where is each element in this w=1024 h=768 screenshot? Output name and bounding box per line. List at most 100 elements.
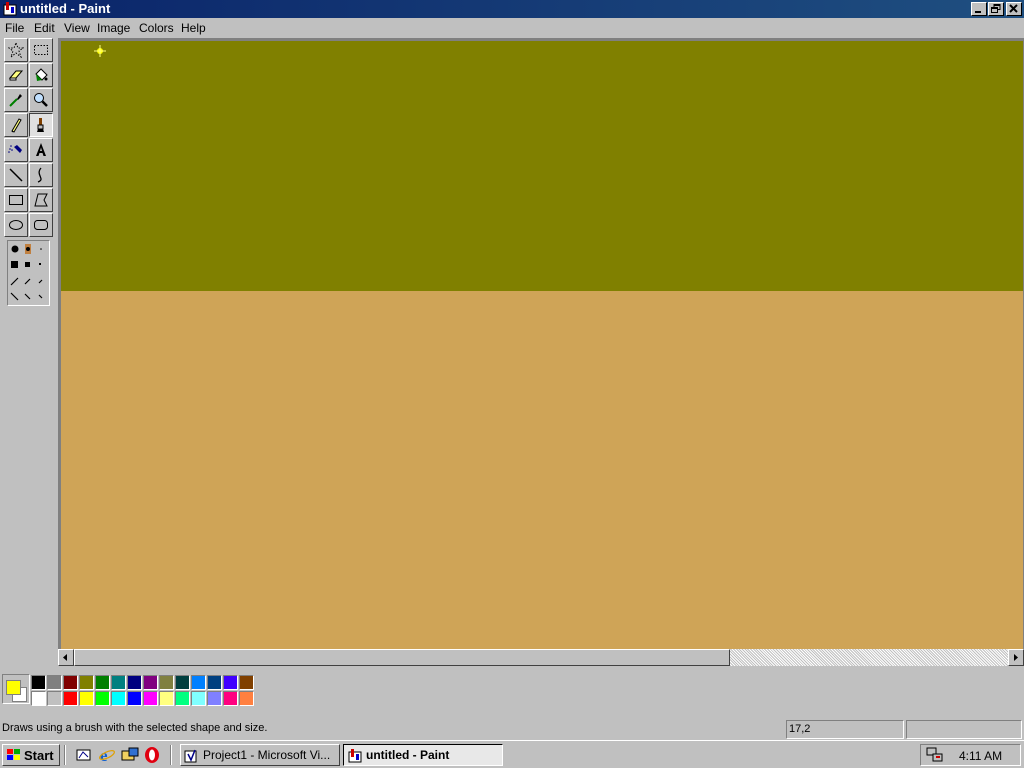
network-tray-icon[interactable] xyxy=(926,747,944,763)
palette-swatch[interactable] xyxy=(95,675,110,690)
palette-swatch[interactable] xyxy=(159,675,174,690)
status-size xyxy=(906,720,1022,739)
scroll-right-button[interactable] xyxy=(1008,649,1024,666)
palette-swatch[interactable] xyxy=(95,691,110,706)
opera-icon[interactable] xyxy=(143,746,161,764)
status-bar: Draws using a brush with the selected sh… xyxy=(0,718,1024,740)
star-select-icon xyxy=(8,42,24,58)
close-icon xyxy=(1009,4,1018,13)
tool-ellipse[interactable] xyxy=(4,213,28,237)
palette-swatch[interactable] xyxy=(207,675,222,690)
eraser-icon xyxy=(8,70,24,81)
menu-bar: File Edit View Image Colors Help xyxy=(0,18,1024,38)
task-label: untitled - Paint xyxy=(366,748,450,762)
rect-select-icon xyxy=(34,45,48,55)
palette-swatch[interactable] xyxy=(111,691,126,706)
palette-swatch[interactable] xyxy=(143,675,158,690)
palette-swatch[interactable] xyxy=(175,675,190,690)
status-help-text: Draws using a brush with the selected sh… xyxy=(2,722,268,734)
palette-swatch[interactable] xyxy=(47,691,62,706)
scroll-thumb[interactable] xyxy=(74,649,730,666)
palette-swatch[interactable] xyxy=(223,691,238,706)
tool-eraser[interactable] xyxy=(4,63,28,87)
minimize-icon xyxy=(975,11,981,13)
palette-swatch[interactable] xyxy=(63,675,78,690)
window-title: untitled - Paint xyxy=(20,1,111,16)
outlook-icon[interactable] xyxy=(121,746,139,764)
system-tray: 4:11 AM xyxy=(920,744,1021,766)
tool-pencil[interactable] xyxy=(4,113,28,137)
palette-swatch[interactable] xyxy=(111,675,126,690)
task-project1-vb[interactable]: Project1 - Microsoft Vi... xyxy=(180,744,340,766)
menu-edit[interactable]: Edit xyxy=(34,21,55,35)
palette-swatch[interactable] xyxy=(31,675,46,690)
palette-swatch[interactable] xyxy=(143,691,158,706)
menu-colors[interactable]: Colors xyxy=(139,21,174,35)
palette-swatch[interactable] xyxy=(207,691,222,706)
eyedropper-icon xyxy=(9,94,22,107)
scroll-left-button[interactable] xyxy=(58,649,74,666)
palette-swatch[interactable] xyxy=(47,675,62,690)
tool-polygon[interactable] xyxy=(29,188,53,212)
paint-icon xyxy=(348,749,362,763)
tool-select[interactable] xyxy=(29,38,53,62)
current-colors-indicator[interactable] xyxy=(2,674,30,704)
tool-magnifier[interactable] xyxy=(29,88,53,112)
taskbar-separator xyxy=(64,745,66,765)
palette-swatch[interactable] xyxy=(239,691,254,706)
palette-swatch[interactable] xyxy=(31,691,46,706)
tool-airbrush[interactable] xyxy=(4,138,28,162)
toolbox xyxy=(0,38,58,666)
pencil-icon xyxy=(11,118,22,133)
tool-line[interactable] xyxy=(4,163,28,187)
menu-help[interactable]: Help xyxy=(181,21,206,35)
horizontal-scrollbar[interactable] xyxy=(58,649,1024,666)
clock[interactable]: 4:11 AM xyxy=(959,749,1002,763)
palette-swatch[interactable] xyxy=(79,691,94,706)
tool-free-form-select[interactable] xyxy=(4,38,28,62)
task-untitled-paint[interactable]: untitled - Paint xyxy=(343,744,503,766)
sparkle-cursor-icon xyxy=(94,45,106,57)
palette-swatch[interactable] xyxy=(191,691,206,706)
tool-curve[interactable] xyxy=(29,163,53,187)
drawing-canvas[interactable] xyxy=(61,41,1023,649)
menu-view[interactable]: View xyxy=(64,21,90,35)
close-button[interactable] xyxy=(1006,2,1022,16)
palette-swatch[interactable] xyxy=(127,675,142,690)
vb-project-icon xyxy=(184,749,197,763)
minimize-button[interactable] xyxy=(971,2,987,16)
scroll-track[interactable] xyxy=(730,649,1008,666)
color-palette xyxy=(0,668,1024,714)
foreground-color-swatch[interactable] xyxy=(6,680,21,695)
palette-swatch[interactable] xyxy=(127,691,142,706)
windows-logo-icon xyxy=(7,749,20,760)
brush-shape-options[interactable] xyxy=(7,240,50,306)
airbrush-icon xyxy=(8,145,22,153)
palette-swatch[interactable] xyxy=(191,675,206,690)
canvas-olive-region xyxy=(61,41,1023,291)
tool-text[interactable] xyxy=(29,138,53,162)
tool-rectangle[interactable] xyxy=(4,188,28,212)
tool-fill[interactable] xyxy=(29,63,53,87)
magnifier-icon xyxy=(34,93,48,107)
restore-button[interactable] xyxy=(988,2,1004,16)
title-bar[interactable]: untitled - Paint xyxy=(0,0,1024,18)
tool-rounded-rectangle[interactable] xyxy=(29,213,53,237)
palette-swatch[interactable] xyxy=(63,691,78,706)
internet-explorer-icon[interactable]: e xyxy=(98,746,116,765)
canvas-area[interactable] xyxy=(58,38,1024,649)
palette-swatch[interactable] xyxy=(223,675,238,690)
arrow-right-icon xyxy=(1014,654,1018,661)
paint-app-icon[interactable] xyxy=(2,1,18,17)
task-label: Project1 - Microsoft Vi... xyxy=(203,748,331,762)
palette-swatch[interactable] xyxy=(159,691,174,706)
menu-file[interactable]: File xyxy=(5,21,24,35)
menu-image[interactable]: Image xyxy=(97,21,130,35)
start-button[interactable]: Start xyxy=(2,744,60,766)
palette-swatch[interactable] xyxy=(175,691,190,706)
palette-swatch[interactable] xyxy=(239,675,254,690)
tool-brush[interactable] xyxy=(29,113,53,137)
tool-pick-color[interactable] xyxy=(4,88,28,112)
palette-swatch[interactable] xyxy=(79,675,94,690)
show-desktop-icon[interactable] xyxy=(75,746,93,764)
